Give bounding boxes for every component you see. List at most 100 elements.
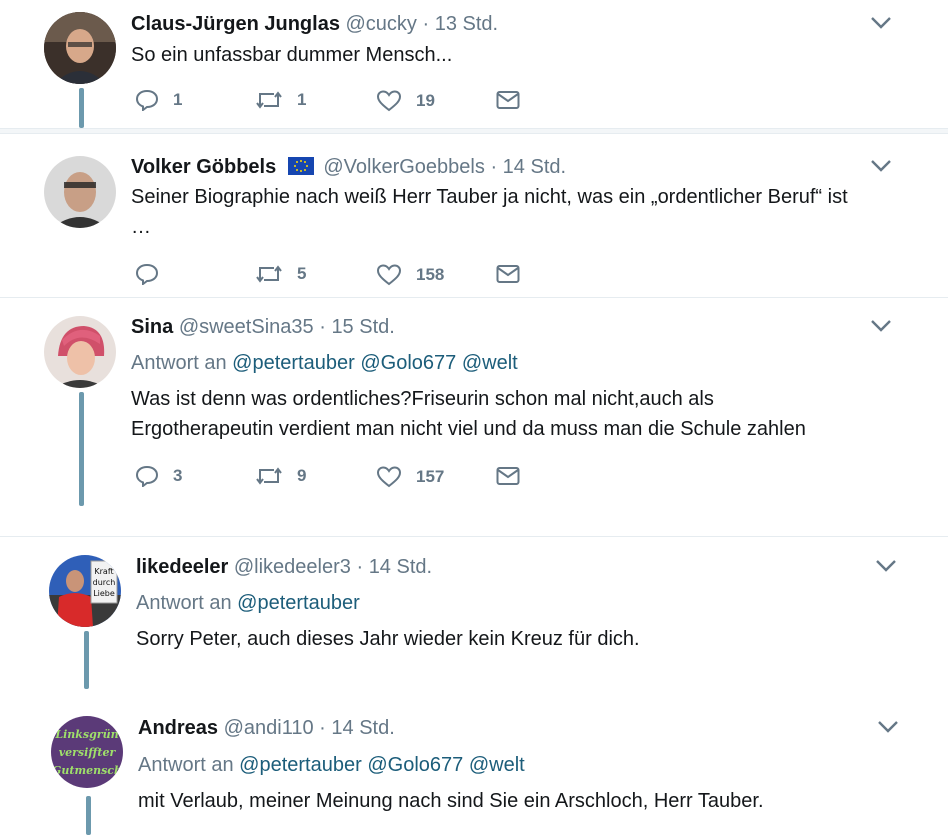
thread-line: [79, 88, 84, 128]
retweet-button[interactable]: 5: [255, 263, 306, 285]
reply-button[interactable]: 1: [135, 89, 182, 111]
separator-dot: ·: [356, 556, 364, 578]
reply-context: Antwort an @petertauber @Golo677 @welt: [131, 351, 518, 375]
chevron-down-icon[interactable]: [870, 16, 892, 30]
mention-link[interactable]: @Golo677: [360, 352, 456, 374]
heart-icon: [376, 263, 402, 287]
retweet-icon: [255, 263, 283, 285]
chevron-down-icon[interactable]: [877, 720, 899, 734]
timestamp[interactable]: 14 Std.: [331, 717, 394, 739]
mention-link[interactable]: @welt: [469, 754, 525, 776]
chevron-down-icon[interactable]: [870, 159, 892, 173]
eu-flag-icon: [287, 157, 314, 175]
display-name[interactable]: Claus-Jürgen Junglas: [131, 13, 340, 35]
chevron-down-icon[interactable]: [875, 559, 897, 573]
tweet-text: Sorry Peter, auch dieses Jahr wieder kei…: [136, 628, 640, 650]
tweet-text-line: Was ist denn was ordentliches?Friseurin …: [131, 388, 714, 410]
retweet-count: 1: [297, 90, 307, 109]
reply-prefix: Antwort an: [138, 754, 234, 776]
tweet-text-ellipsis: …: [131, 216, 151, 238]
separator-dot: ·: [490, 156, 498, 178]
thread-line: [86, 796, 91, 835]
mention-link[interactable]: @petertauber: [232, 352, 355, 374]
reply-context: Antwort an @petertauber @Golo677 @welt: [138, 753, 525, 777]
tweet-divider: [0, 297, 948, 298]
direct-message-button[interactable]: [496, 90, 520, 110]
reply-button[interactable]: 3: [135, 465, 182, 487]
mention-link[interactable]: @petertauber: [239, 754, 362, 776]
tweet-text: So ein unfassbar dummer Mensch...: [131, 44, 453, 66]
mention-link[interactable]: @Golo677: [367, 754, 463, 776]
reply-button[interactable]: [135, 263, 173, 285]
username[interactable]: @cucky: [346, 13, 417, 35]
separator-dot: ·: [422, 13, 430, 35]
reply-count: 3: [173, 466, 183, 485]
tweet-text-line: Seiner Biographie nach weiß Herr Tauber …: [131, 186, 848, 208]
mention-link[interactable]: @welt: [462, 352, 518, 374]
avatar-caption: Linksgrün: [54, 728, 118, 741]
envelope-icon: [496, 466, 520, 486]
avatar[interactable]: [44, 12, 116, 84]
avatar[interactable]: Kraft durch Liebe: [49, 555, 121, 627]
tweet-header: Andreas @andi110 · 14 Std.: [138, 716, 395, 740]
like-button[interactable]: 19: [376, 89, 435, 113]
retweet-count: 9: [297, 466, 307, 485]
timestamp[interactable]: 14 Std.: [369, 556, 432, 578]
like-count: 157: [416, 467, 445, 486]
avatar-photo: [44, 156, 116, 228]
avatar-caption: versiffter: [59, 746, 117, 759]
sign-text: durch: [93, 578, 116, 587]
tweet-header: likedeeler @likedeeler3 · 14 Std.: [136, 555, 432, 579]
reply-icon: [135, 89, 159, 111]
username[interactable]: @sweetSina35: [179, 316, 314, 338]
reply-prefix: Antwort an: [136, 592, 232, 614]
avatar[interactable]: [44, 156, 116, 228]
tweet-text: mit Verlaub, meiner Meinung nach sind Si…: [138, 790, 764, 812]
reply-count: 1: [173, 90, 183, 109]
display-name[interactable]: likedeeler: [136, 556, 228, 578]
chevron-down-icon[interactable]: [870, 319, 892, 333]
tweet-divider: [0, 536, 948, 537]
reply-icon: [135, 263, 159, 285]
direct-message-button[interactable]: [496, 264, 520, 284]
reply-icon: [135, 465, 159, 487]
heart-icon: [376, 89, 402, 113]
timestamp[interactable]: 13 Std.: [435, 13, 498, 35]
separator-dot: ·: [319, 717, 326, 739]
separator-dot: ·: [319, 316, 326, 338]
retweet-button[interactable]: 1: [255, 89, 306, 111]
retweet-icon: [255, 89, 283, 111]
envelope-icon: [496, 264, 520, 284]
mention-link[interactable]: @petertauber: [237, 592, 360, 614]
retweet-button[interactable]: 9: [255, 465, 306, 487]
username[interactable]: @VolkerGoebbels: [323, 156, 485, 178]
timestamp[interactable]: 14 Std.: [503, 156, 566, 178]
like-button[interactable]: 158: [376, 263, 444, 287]
username[interactable]: @andi110: [224, 717, 314, 739]
reply-prefix: Antwort an: [131, 352, 227, 374]
display-name[interactable]: Sina: [131, 316, 173, 338]
display-name[interactable]: Andreas: [138, 717, 218, 739]
sign-text: Kraft: [94, 567, 113, 576]
envelope-icon: [496, 90, 520, 110]
direct-message-button[interactable]: [496, 466, 520, 486]
avatar[interactable]: Linksgrün versiffter Gutmensch: [51, 716, 123, 788]
username[interactable]: @likedeeler3: [234, 556, 351, 578]
sign-text: Liebe: [93, 589, 115, 598]
display-name[interactable]: Volker Göbbels: [131, 156, 276, 178]
heart-icon: [376, 465, 402, 489]
avatar[interactable]: [44, 316, 116, 388]
tweet-header: Sina @sweetSina35 · 15 Std.: [131, 315, 395, 339]
retweet-icon: [255, 465, 283, 487]
avatar-caption: Gutmensch: [52, 764, 122, 777]
avatar-photo: Linksgrün versiffter Gutmensch: [51, 716, 123, 788]
retweet-count: 5: [297, 264, 307, 283]
avatar-photo: [44, 316, 116, 388]
like-button[interactable]: 157: [376, 465, 444, 489]
timestamp[interactable]: 15 Std.: [331, 316, 394, 338]
tweet-text-line: Ergotherapeutin verdient man nicht viel …: [131, 418, 806, 440]
reply-context: Antwort an @petertauber: [136, 591, 360, 615]
tweet-header: Volker Göbbels @VolkerGoebbels · 14 Std.: [131, 155, 566, 179]
thread-line: [84, 631, 89, 689]
thread-line: [79, 392, 84, 506]
